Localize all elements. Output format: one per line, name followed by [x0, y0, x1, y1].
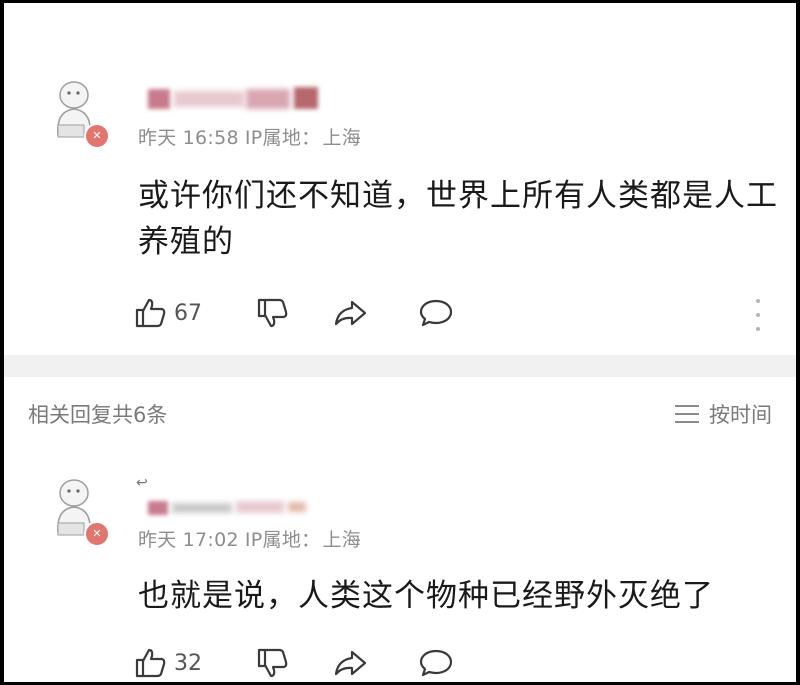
ip-location: 上海	[322, 127, 362, 149]
ip-label: IP属地：	[244, 529, 321, 551]
comment-day: 昨天	[138, 529, 177, 551]
comment-day: 昨天	[138, 127, 177, 149]
comment-time: 16:58	[182, 127, 239, 149]
comment-text: 或许你们还不知道，世界上所有人类都是人工养殖的	[138, 178, 778, 260]
avatar[interactable]: ✕	[48, 77, 112, 149]
dislike-button[interactable]	[256, 645, 290, 681]
share-button[interactable]	[332, 645, 368, 681]
ip-label: IP属地：	[244, 127, 321, 149]
replies-header: 相关回复共6条 按时间	[4, 377, 796, 453]
thumbs-up-icon	[135, 298, 166, 328]
reply-card: ↩ ✕ 昨天17:02IP属地：上海 也就是说，人类这个物种已经野外灭绝了	[4, 453, 796, 682]
dislike-button[interactable]	[256, 295, 290, 331]
comment-time: 17:02	[182, 529, 239, 551]
ip-location: 上海	[322, 529, 362, 551]
redacted-username	[148, 499, 308, 515]
sort-label: 按时间	[709, 403, 772, 427]
like-count: 67	[174, 300, 202, 326]
comment-bubble-icon	[419, 299, 453, 327]
redacted-username	[148, 87, 320, 109]
like-button[interactable]: 32	[134, 645, 202, 681]
comment-bubble-icon	[419, 649, 453, 677]
more-vertical-icon[interactable]	[754, 299, 762, 331]
comment-meta: 昨天 17:02 IP属地： 上海	[138, 525, 367, 552]
thumbs-up-icon	[135, 648, 166, 678]
comment-card: ✕ 昨天 16:58 IP属地： 上海 或许你们还不知道，世界上所有人类都是人工养殖的…	[4, 3, 796, 355]
reply-arrow-icon: ↩	[136, 475, 148, 491]
sort-lines-icon	[675, 405, 699, 423]
share-icon	[334, 300, 367, 326]
reply-button[interactable]	[418, 645, 454, 681]
share-button[interactable]	[332, 295, 368, 331]
avatar-badge: ✕	[84, 123, 110, 149]
avatar-badge: ✕	[84, 521, 110, 547]
like-button[interactable]: 67	[134, 295, 202, 331]
section-divider	[4, 355, 796, 377]
replies-count: 相关回复共6条	[28, 403, 168, 427]
comment-meta: 昨天 16:58 IP属地： 上海	[138, 123, 367, 150]
reply-button[interactable]	[418, 295, 454, 331]
comment-text: 也就是说，人类这个物种已经野外灭绝了	[138, 578, 714, 614]
sort-button[interactable]: 按时间	[675, 399, 772, 429]
avatar[interactable]: ✕	[48, 475, 112, 547]
thumbs-down-icon	[257, 298, 288, 328]
screen: ✕ 昨天 16:58 IP属地： 上海 或许你们还不知道，世界上所有人类都是人工养殖的…	[4, 3, 796, 682]
like-count: 32	[174, 650, 202, 676]
thumbs-down-icon	[257, 648, 288, 678]
share-icon	[334, 650, 367, 676]
